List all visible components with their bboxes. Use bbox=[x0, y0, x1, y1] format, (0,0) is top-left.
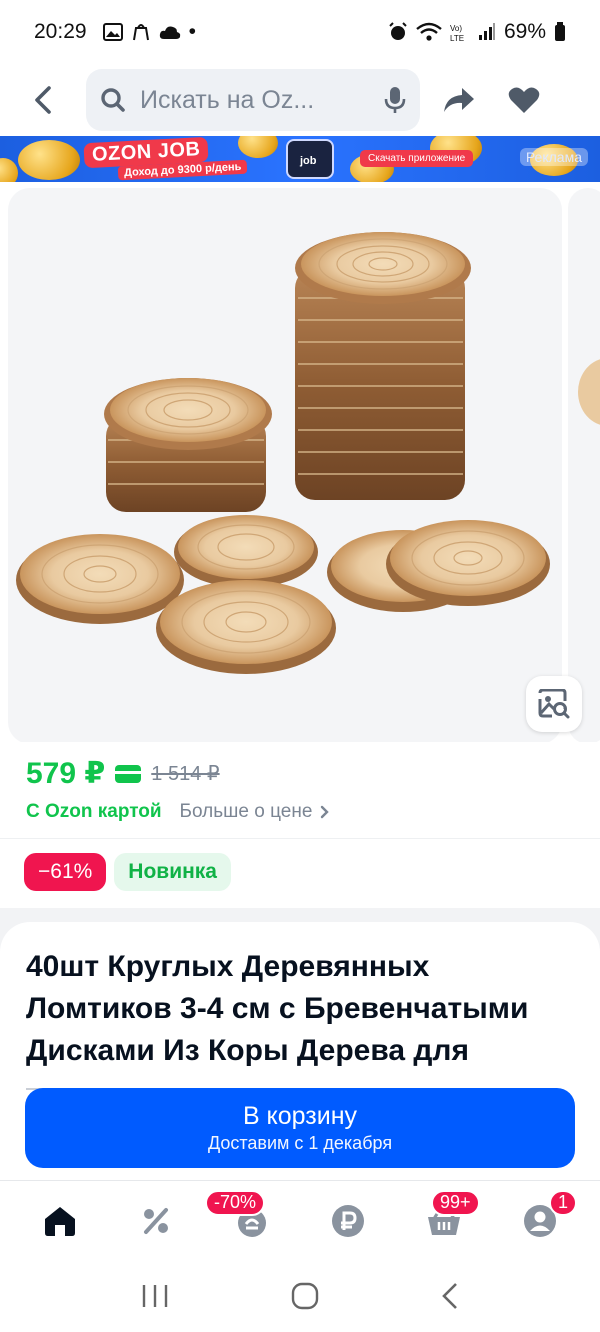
ad-banner[interactable]: OZON JOB Доход до 9300 р/день job Скачат… bbox=[0, 136, 600, 182]
search-input[interactable]: Искать на Oz... bbox=[86, 69, 420, 131]
nav-finance[interactable] bbox=[313, 1186, 383, 1256]
recent-apps-icon[interactable] bbox=[140, 1283, 170, 1309]
back-button[interactable] bbox=[0, 64, 86, 136]
system-navigation-bar bbox=[0, 1260, 600, 1332]
nav-cart-badge: 99+ bbox=[431, 1189, 480, 1216]
coin-graphic bbox=[238, 136, 278, 158]
discount-badge: −61% bbox=[24, 853, 107, 891]
home-circle-icon[interactable] bbox=[290, 1281, 320, 1311]
product-title: 40шт Круглых Деревянных Ломтиков 3-4 см … bbox=[26, 950, 529, 1067]
cloud-icon bbox=[159, 26, 180, 39]
wifi-icon bbox=[416, 22, 442, 41]
coin-graphic bbox=[0, 158, 18, 182]
coin-graphic bbox=[18, 140, 80, 180]
add-to-cart-button[interactable]: В корзину Доставим с 1 декабря bbox=[25, 1088, 575, 1168]
nav-fresh-badge: -70% bbox=[205, 1189, 266, 1216]
lte-icon: Vo)LTE bbox=[450, 24, 464, 42]
ozon-card-icon bbox=[115, 764, 142, 783]
search-icon bbox=[101, 88, 125, 112]
battery-percent: 69% bbox=[503, 20, 546, 43]
nav-sales[interactable] bbox=[121, 1186, 191, 1256]
delivery-date-label: Доставим с 1 декабря bbox=[207, 1133, 393, 1153]
nav-home[interactable] bbox=[25, 1186, 95, 1256]
price-current: 579 ₽ bbox=[26, 757, 106, 790]
product-photo[interactable] bbox=[8, 188, 562, 744]
svg-text:Vo): Vo) bbox=[450, 24, 462, 33]
svg-text:LTE: LTE bbox=[450, 34, 464, 42]
product-gallery[interactable] bbox=[0, 182, 600, 754]
chevron-right-icon bbox=[321, 805, 330, 819]
next-photo-preview[interactable] bbox=[568, 188, 600, 744]
nav-fresh[interactable]: -70% bbox=[205, 1186, 287, 1256]
ozon-card-label: С Ozon картой bbox=[26, 801, 162, 822]
more-about-price-label: Больше о цене bbox=[179, 801, 313, 822]
signal-icon bbox=[478, 23, 495, 40]
heart-icon[interactable] bbox=[508, 86, 540, 114]
add-to-cart-label: В корзину bbox=[242, 1102, 358, 1130]
ad-label: Реклама bbox=[519, 148, 588, 166]
battery-icon bbox=[555, 22, 565, 41]
wood-slices-image bbox=[16, 232, 550, 674]
gallery-icon bbox=[102, 23, 123, 41]
search-placeholder: Искать на Oz... bbox=[140, 85, 315, 114]
nav-profile-badge: 1 bbox=[549, 1189, 578, 1216]
phone-icon: job bbox=[286, 139, 334, 179]
price-block[interactable]: 579 ₽ 1 514 ₽ С Ozon картой Больше о цен… bbox=[0, 742, 600, 838]
chevron-left-icon bbox=[35, 86, 51, 114]
status-dot: • bbox=[188, 20, 196, 43]
alarm-icon bbox=[389, 22, 407, 40]
status-time: 20:29 bbox=[34, 20, 87, 43]
new-badge: Новинка bbox=[114, 853, 231, 891]
ruble-icon bbox=[332, 1204, 364, 1237]
phone-label: job bbox=[300, 155, 317, 167]
next-photo-thumbnail bbox=[578, 359, 600, 425]
price-old: 1 514 ₽ bbox=[151, 763, 220, 785]
product-tags: −61% Новинка bbox=[0, 838, 600, 908]
bag-icon bbox=[132, 24, 149, 41]
home-icon bbox=[45, 1206, 75, 1236]
bottom-navigation: -70% 99+ 1 bbox=[0, 1180, 600, 1260]
visual-search-button[interactable] bbox=[526, 676, 582, 732]
top-app-bar: Искать на Oz... bbox=[0, 64, 600, 136]
nav-profile[interactable]: 1 bbox=[505, 1186, 578, 1256]
status-bar: 20:29 • Vo) LTE 69% bbox=[0, 0, 600, 64]
share-icon[interactable] bbox=[442, 86, 476, 114]
percent-icon bbox=[144, 1207, 168, 1234]
more-about-price-link[interactable]: Больше о цене bbox=[180, 801, 331, 823]
system-back-icon[interactable] bbox=[440, 1281, 460, 1311]
ad-download-button[interactable]: Скачать приложение bbox=[360, 150, 474, 167]
image-search-icon bbox=[538, 689, 570, 719]
nav-cart[interactable]: 99+ bbox=[409, 1186, 480, 1256]
microphone-icon[interactable] bbox=[384, 86, 406, 114]
